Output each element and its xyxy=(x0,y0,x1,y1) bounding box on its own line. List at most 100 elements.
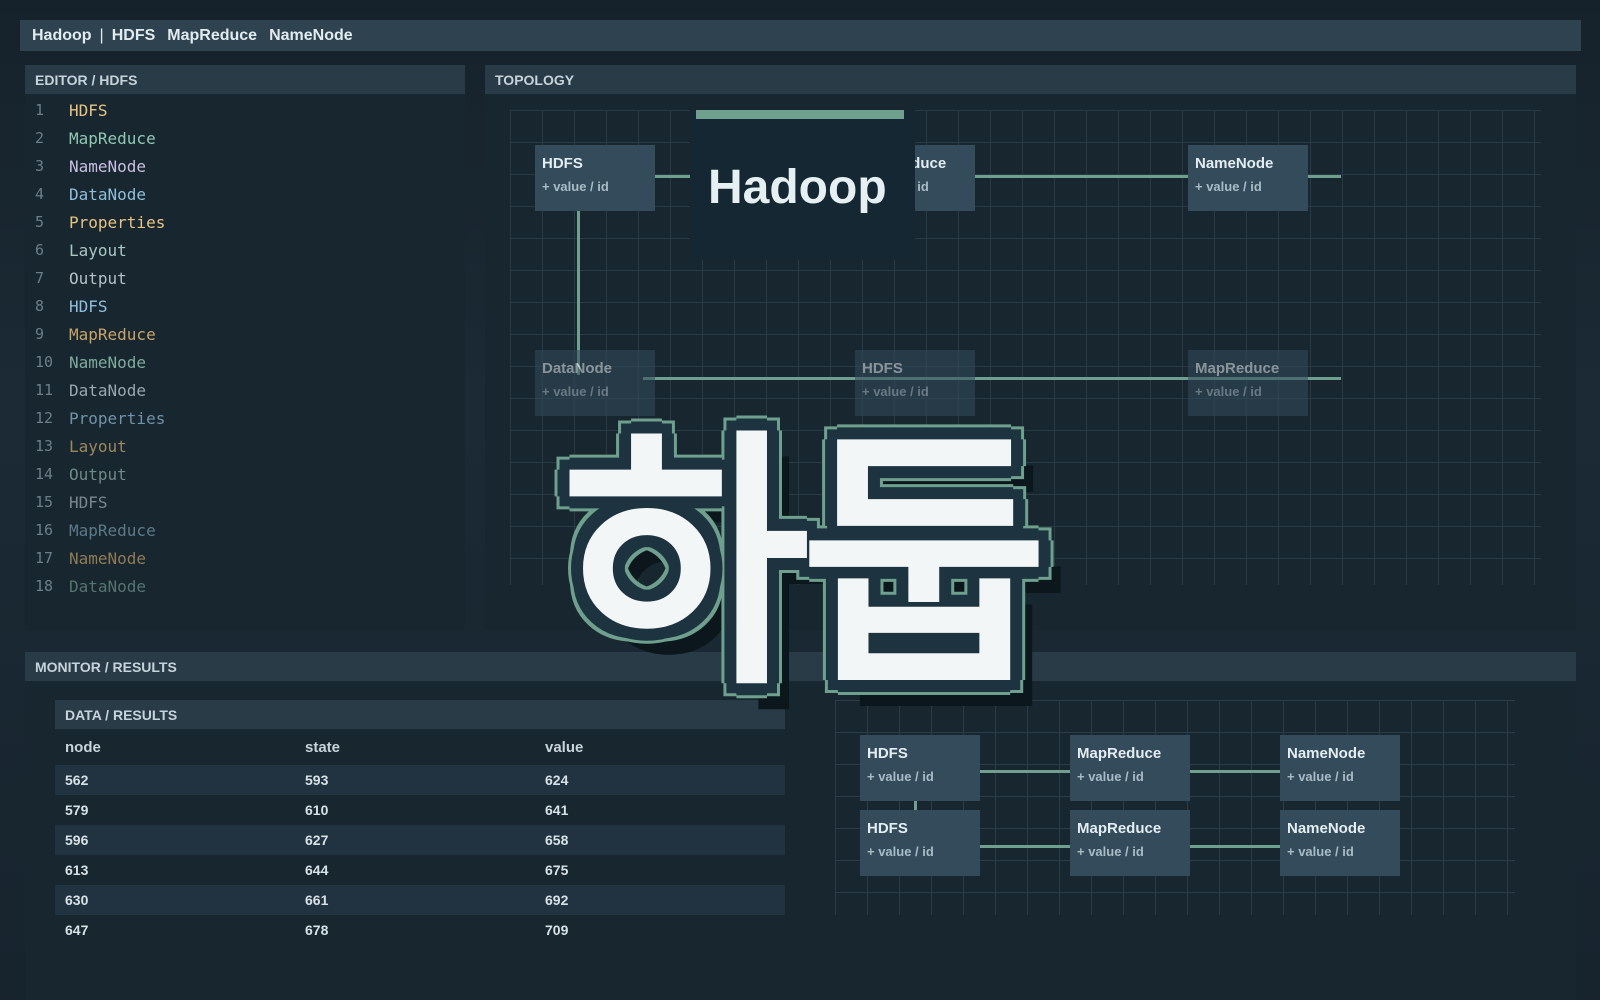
table-cell: 647 xyxy=(65,922,89,938)
line-number: 14 xyxy=(35,465,54,483)
line-number: 4 xyxy=(35,185,45,203)
code-line[interactable]: 2 MapReduce xyxy=(25,124,156,152)
table-row[interactable]: 630 661 692 xyxy=(55,885,785,915)
code-line[interactable]: 7 Output xyxy=(25,264,127,292)
code-line[interactable]: 6 Layout xyxy=(25,236,127,264)
node-name: NameNode xyxy=(1287,820,1366,837)
node-name: MapReduce xyxy=(1077,745,1162,762)
node-sub: + value / id xyxy=(1287,769,1354,784)
node-sub: + value / id xyxy=(1195,384,1262,399)
line-text: HDFS xyxy=(69,100,108,120)
line-number: 5 xyxy=(35,213,45,231)
code-line[interactable]: 17 NameNode xyxy=(25,544,146,572)
line-text: NameNode xyxy=(69,352,147,372)
line-number: 18 xyxy=(35,577,54,595)
code-line[interactable]: 12 Properties xyxy=(25,404,165,432)
line-number: 11 xyxy=(35,381,54,399)
node-name: HDFS xyxy=(867,745,908,762)
table-cell: 593 xyxy=(305,772,329,788)
table-cell: 624 xyxy=(545,772,569,788)
code-line[interactable]: 14 Output xyxy=(25,460,127,488)
table-cell: 678 xyxy=(305,922,329,938)
table-row[interactable]: 613 644 675 xyxy=(55,855,785,885)
nav-mapreduce[interactable]: MapReduce xyxy=(167,27,257,45)
table-cell: 675 xyxy=(545,862,569,878)
line-text: NameNode xyxy=(69,548,147,568)
code-line[interactable]: 18 DataNode xyxy=(25,572,146,600)
line-text: MapReduce xyxy=(69,324,156,344)
code-line[interactable]: 11 DataNode xyxy=(25,376,146,404)
table-cell: 610 xyxy=(305,802,329,818)
nav-hdfs[interactable]: HDFS xyxy=(112,27,156,45)
line-number: 17 xyxy=(35,549,54,567)
line-number: 12 xyxy=(35,409,54,427)
topology-node[interactable]: HDFS + value / id xyxy=(535,145,655,211)
table-row[interactable]: 579 610 641 xyxy=(55,795,785,825)
table-row[interactable]: 596 627 658 xyxy=(55,825,785,855)
line-number: 1 xyxy=(35,101,45,119)
code-line[interactable]: 10 NameNode xyxy=(25,348,146,376)
line-text: DataNode xyxy=(69,576,147,596)
mini-node[interactable]: MapReduce + value / id xyxy=(1070,735,1190,801)
mini-node[interactable]: HDFS + value / id xyxy=(860,735,980,801)
line-number: 10 xyxy=(35,353,54,371)
line-text: DataNode xyxy=(69,380,147,400)
node-name: NameNode xyxy=(1195,155,1274,172)
line-number: 2 xyxy=(35,129,45,147)
code-line[interactable]: 4 DataNode xyxy=(25,180,146,208)
brand-separator: | xyxy=(99,26,104,44)
mini-node[interactable]: HDFS + value / id xyxy=(860,810,980,876)
top-bar: Hadoop | HDFS MapReduce NameNode xyxy=(20,20,1581,51)
line-number: 13 xyxy=(35,437,54,455)
table-cell: 630 xyxy=(65,892,89,908)
line-number: 7 xyxy=(35,269,45,287)
table-row[interactable]: 562 593 624 xyxy=(55,765,785,795)
code-line[interactable]: 1 HDFS xyxy=(25,96,108,124)
node-sub: + value / id xyxy=(1195,179,1262,194)
overlay-title: Hadoop xyxy=(708,161,887,214)
mini-node[interactable]: NameNode + value / id xyxy=(1280,735,1400,801)
column-header-node[interactable]: node xyxy=(65,739,305,756)
table-cell: 692 xyxy=(545,892,569,908)
line-number: 16 xyxy=(35,521,54,539)
line-text: HDFS xyxy=(69,492,108,512)
mini-node[interactable]: NameNode + value / id xyxy=(1280,810,1400,876)
editor-header: EDITOR / HDFS xyxy=(25,65,465,94)
node-sub: + value / id xyxy=(867,844,934,859)
code-line[interactable]: 9 MapReduce xyxy=(25,320,156,348)
code-line[interactable]: 15 HDFS xyxy=(25,488,108,516)
code-line[interactable]: 3 NameNode xyxy=(25,152,146,180)
node-name: HDFS xyxy=(867,820,908,837)
app-brand: Hadoop xyxy=(32,26,92,44)
node-sub: + value / id xyxy=(1287,844,1354,859)
column-header-value[interactable]: value xyxy=(545,739,785,756)
code-line[interactable]: 5 Properties xyxy=(25,208,165,236)
line-number: 8 xyxy=(35,297,45,315)
line-text: NameNode xyxy=(69,156,147,176)
nav-namenode[interactable]: NameNode xyxy=(269,27,353,45)
table-cell: 641 xyxy=(545,802,569,818)
table-cell: 709 xyxy=(545,922,569,938)
topology-node[interactable]: MapReduce + value / id xyxy=(1188,350,1308,416)
mini-node[interactable]: MapReduce + value / id xyxy=(1070,810,1190,876)
table-cell: 596 xyxy=(65,832,89,848)
topology-node[interactable]: NameNode + value / id xyxy=(1188,145,1308,211)
table-cell: 658 xyxy=(545,832,569,848)
editor-panel: EDITOR / HDFS 1 HDFS 2 MapReduce 3 NameNode 4 D… xyxy=(25,65,465,630)
line-text: Layout xyxy=(69,436,127,456)
code-line[interactable]: 13 Layout xyxy=(25,432,127,460)
table-row[interactable]: 647 678 709 xyxy=(55,915,785,945)
line-text: Properties xyxy=(69,212,166,232)
line-number: 15 xyxy=(35,493,54,511)
code-line[interactable]: 8 HDFS xyxy=(25,292,108,320)
code-line[interactable]: 16 MapReduce xyxy=(25,516,156,544)
node-name: HDFS xyxy=(542,155,583,172)
line-number: 3 xyxy=(35,157,45,175)
line-text: DataNode xyxy=(69,184,147,204)
node-sub: + value / id xyxy=(1077,769,1144,784)
column-header-state[interactable]: state xyxy=(305,739,545,756)
line-number: 9 xyxy=(35,325,45,343)
line-text: Layout xyxy=(69,240,127,260)
table-cell: 644 xyxy=(305,862,329,878)
line-number: 6 xyxy=(35,241,45,259)
